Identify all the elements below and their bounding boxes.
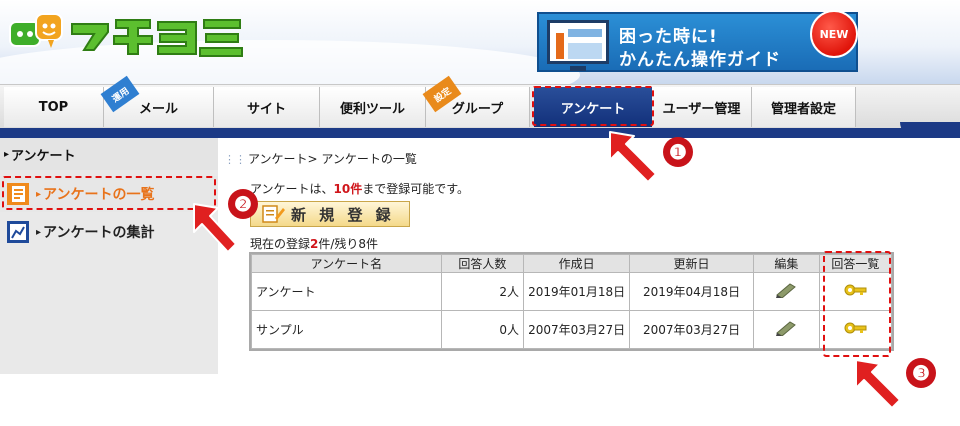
new-registration-label: 新 規 登 録 (291, 205, 395, 224)
highlight-survey-tab (532, 86, 654, 126)
col-updated: 更新日 (629, 254, 754, 273)
tab-site-label: サイト (246, 101, 286, 117)
notice-prefix: アンケートは、 (250, 182, 334, 196)
tab-user-admin-label: ユーザー管理 (662, 101, 741, 117)
banner-line-1: 困った時に! (619, 27, 718, 47)
edit-cell (752, 272, 820, 311)
table-header-row: アンケート名 回答人数 作成日 更新日 編集 回答一覧 (251, 254, 893, 273)
updated-cell: 2019年04月18日 (629, 272, 754, 311)
highlight-survey-list (2, 176, 216, 210)
chevron-right-icon: ▸ (4, 148, 10, 160)
survey-name-cell: サンプル (251, 310, 442, 349)
header: 困った時に! かんたん操作ガイド NEW (0, 0, 960, 84)
created-cell: 2019年01月18日 (523, 272, 631, 311)
capacity-notice: アンケートは、10件まで登録可能です。 (250, 180, 469, 197)
notice-count: 10件 (333, 182, 363, 196)
highlight-responses-column (823, 251, 891, 357)
table-row: アンケート 2人 2019年01月18日 2019年04月18日 (251, 272, 893, 311)
tab-mail[interactable]: 運用 メール (100, 75, 214, 127)
monitor-stand (570, 66, 586, 71)
sidebar-heading-label: アンケート (11, 148, 76, 164)
new-badge: NEW (810, 10, 858, 58)
survey-name-cell: アンケート (251, 272, 442, 311)
breadcrumb: ⋮⋮ アンケート> アンケートの一覧 (224, 150, 417, 167)
monitor-icon (547, 20, 609, 64)
tab-group[interactable]: 設定 グループ (422, 75, 530, 127)
step-marker-1: ❶ (663, 137, 693, 167)
survey-table: アンケート名 回答人数 作成日 更新日 編集 回答一覧 アンケート 2人 201… (249, 252, 894, 351)
sidebar-item-survey-stats[interactable]: ▸ アンケートの集計 (0, 214, 218, 250)
updated-cell: 2007年03月27日 (629, 310, 754, 349)
registration-count: 現在の登録2件/残り8件 (250, 235, 378, 252)
respondents-cell: 2人 (440, 272, 525, 311)
tab-admin-settings[interactable]: 管理者設定 (752, 87, 856, 127)
tab-user-admin[interactable]: ユーザー管理 (652, 87, 752, 127)
tab-tools-label: 便利ツール (339, 101, 405, 117)
tab-site[interactable]: サイト (214, 87, 320, 127)
banner-line-2: かんたん操作ガイド (619, 50, 781, 70)
tab-admin-settings-label: 管理者設定 (770, 101, 836, 117)
stats-chart-icon (4, 218, 32, 246)
pencil-icon[interactable] (775, 320, 797, 337)
arrow-1-icon (609, 131, 657, 183)
reg-suffix: 件/残り8件 (318, 237, 379, 251)
sidebar-item-label: アンケートの集計 (43, 225, 155, 241)
col-edit: 編集 (752, 254, 820, 273)
col-created: 作成日 (523, 254, 631, 273)
edit-cell (752, 310, 820, 349)
tab-tools[interactable]: 便利ツール (320, 87, 426, 127)
grip-icon: ⋮⋮ (224, 153, 246, 166)
sidebar-heading: ▸ アンケート (0, 138, 218, 170)
tab-group-label: グループ (451, 101, 504, 117)
breadcrumb-text: アンケート> アンケートの一覧 (248, 152, 417, 166)
step-marker-3: ❸ (906, 358, 936, 388)
table-row: サンプル 0人 2007年03月27日 2007年03月27日 (251, 310, 893, 349)
arrow-3-icon (855, 359, 901, 409)
new-document-icon (262, 205, 285, 223)
sidebar: ▸ アンケート ▸ アンケートの一覧 ▸ アンケートの集計 (0, 138, 218, 374)
machicomi-logo[interactable] (8, 8, 243, 66)
col-respondents: 回答人数 (440, 254, 525, 273)
new-registration-button[interactable]: 新 規 登 録 (250, 201, 410, 227)
respondents-cell: 0人 (440, 310, 525, 349)
main-nav: TOP 運用 メール サイト 便利ツール 設定 グループ アンケート ユーザー管… (0, 75, 960, 128)
pencil-icon[interactable] (775, 282, 797, 299)
tab-top[interactable]: TOP (4, 87, 104, 127)
tab-top-label: TOP (38, 99, 69, 115)
operation-guide-banner[interactable]: 困った時に! かんたん操作ガイド NEW (537, 10, 858, 72)
notice-suffix: まで登録可能です。 (362, 182, 470, 196)
tab-mail-label: メール (138, 101, 178, 117)
nav-underline (0, 122, 960, 138)
step-marker-2: ❷ (228, 189, 258, 219)
chevron-right-icon: ▸ (36, 226, 42, 238)
reg-prefix: 現在の登録 (250, 237, 311, 251)
col-survey-name: アンケート名 (251, 254, 442, 273)
created-cell: 2007年03月27日 (523, 310, 631, 349)
